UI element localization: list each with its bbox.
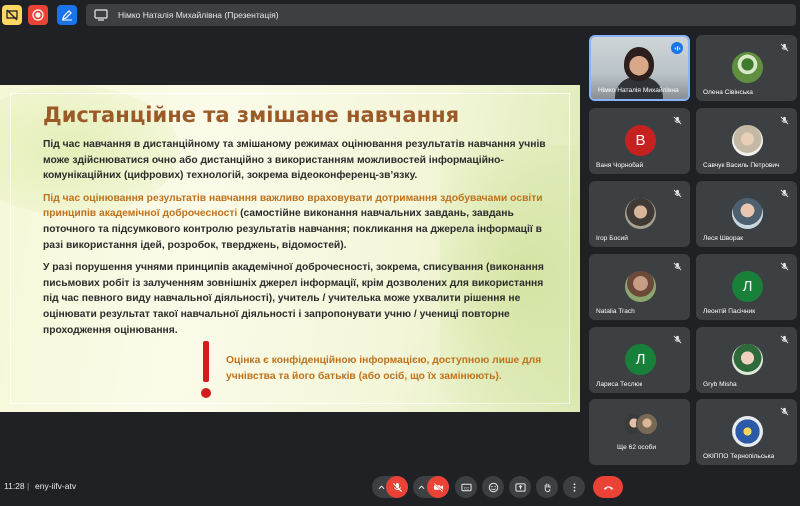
- mic-off-icon: [673, 116, 682, 125]
- mic-off-icon: [780, 43, 789, 52]
- record-icon: [32, 9, 44, 21]
- present-screen-icon: [94, 9, 108, 21]
- avatar: [732, 125, 763, 156]
- avatar: Л: [732, 271, 763, 302]
- participant-tile[interactable]: Natalia Trach: [589, 254, 690, 320]
- camera-toggle-button[interactable]: [427, 476, 449, 498]
- slide-title: Дистанційне та змішане навчання: [43, 103, 460, 127]
- avatar: [732, 198, 763, 229]
- mic-off-icon: [392, 482, 402, 492]
- avatar: [732, 344, 763, 375]
- more-participants-label: Ще 62 особи: [617, 444, 657, 451]
- participant-tile[interactable]: Л Леонтій Пасічник: [696, 254, 797, 320]
- slide-body: Під час навчання в дистанційному та зміш…: [43, 137, 555, 345]
- participant-name: Німко Наталія Михайлівна: [598, 87, 679, 94]
- mic-off-icon: [780, 335, 789, 344]
- mic-off-icon: [673, 189, 682, 198]
- screen-share-off-button[interactable]: [2, 5, 22, 25]
- avatar: [732, 52, 763, 83]
- exclamation-icon: [199, 341, 213, 403]
- presenter-bar[interactable]: Німко Наталія Михайлівна (Презентація): [86, 4, 796, 26]
- top-bar: Німко Наталія Михайлівна (Презентація): [0, 0, 800, 30]
- svg-text:CC: CC: [463, 486, 469, 490]
- mic-off-icon: [673, 262, 682, 271]
- more-participants-tile[interactable]: Ще 62 особи: [589, 399, 690, 465]
- participant-name: Лариса Теслюк: [596, 381, 643, 388]
- participant-tile[interactable]: Олена Сівінська: [696, 35, 797, 101]
- slide-paragraph-2: Під час оцінювання результатів навчання …: [43, 191, 555, 253]
- presenter-label: Німко Наталія Михайлівна (Презентація): [118, 10, 279, 20]
- clock: 11:28: [4, 481, 25, 491]
- present-now-button[interactable]: [509, 476, 531, 498]
- participant-name: Леся Шворак: [703, 235, 744, 242]
- slide-paragraph-3: У разі порушення учнями принципів академ…: [43, 262, 544, 336]
- slide-paragraph-1: Під час навчання в дистанційному та зміш…: [43, 139, 546, 182]
- mic-off-icon: [780, 189, 789, 198]
- participant-name: Леонтій Пасічник: [703, 308, 756, 315]
- camera-options-button[interactable]: [414, 476, 428, 498]
- presentation-slide: Дистанційне та змішане навчання Під час …: [0, 85, 580, 412]
- reactions-button[interactable]: [482, 476, 504, 498]
- captions-icon: CC: [460, 483, 472, 491]
- whiteboard-button[interactable]: [57, 5, 77, 25]
- avatar: В: [625, 125, 656, 156]
- participant-name: ОКІППО Тернопільська: [703, 453, 775, 460]
- avatar: [625, 198, 656, 229]
- participant-tile[interactable]: Савчук Василь Петрович: [696, 108, 797, 174]
- mic-toggle-button[interactable]: [386, 476, 408, 498]
- slide-note: Оцінка є конфіденційною інформацією, дос…: [226, 355, 542, 382]
- meet-window: Німко Наталія Михайлівна (Презентація) Д…: [0, 0, 800, 506]
- avatar: [625, 271, 656, 302]
- record-button[interactable]: [28, 5, 48, 25]
- camera-off-icon: [433, 482, 443, 492]
- leave-call-button[interactable]: [593, 476, 623, 498]
- participant-name: Савчук Василь Петрович: [703, 162, 780, 169]
- speaking-indicator-icon: [671, 42, 683, 54]
- chevron-up-icon: [418, 484, 424, 489]
- separator: |: [27, 481, 30, 491]
- more-participants-avatars: [623, 413, 659, 437]
- mic-off-icon: [780, 116, 789, 125]
- more-vert-icon: [573, 482, 575, 492]
- participant-tile[interactable]: ОКІППО Тернопільська: [696, 399, 797, 465]
- hand-icon: [544, 483, 550, 492]
- logo-avatar: [732, 416, 763, 447]
- hang-up-icon: [603, 485, 613, 490]
- participant-name: Ваня Чорнобай: [596, 162, 644, 169]
- mic-off-icon: [780, 262, 789, 271]
- avatar: Л: [625, 344, 656, 375]
- more-options-button[interactable]: [563, 476, 585, 498]
- bottom-bar: 11:28 | eny-iifv-atv CC: [0, 470, 800, 506]
- mic-off-icon: [780, 407, 789, 416]
- participant-tile[interactable]: Л Лариса Теслюк: [589, 327, 690, 393]
- emoji-icon: [488, 482, 498, 492]
- participant-tile[interactable]: Леся Шворак: [696, 181, 797, 247]
- raise-hand-button[interactable]: [536, 476, 558, 498]
- participant-tile[interactable]: Gryb Misha: [696, 327, 797, 393]
- participant-tile[interactable]: Німко Наталія Михайлівна: [589, 35, 690, 101]
- screen-share-off-icon: [6, 9, 18, 21]
- pen-icon: [62, 10, 72, 21]
- chevron-up-icon: [378, 484, 384, 489]
- mic-off-icon: [673, 335, 682, 344]
- participant-name: Gryb Misha: [703, 381, 737, 388]
- participant-tile[interactable]: В Ваня Чорнобай: [589, 108, 690, 174]
- participant-name: Natalia Trach: [596, 308, 635, 315]
- present-icon: [514, 482, 526, 492]
- meeting-code: eny-iifv-atv: [35, 481, 77, 491]
- participant-tile[interactable]: Ігор Босий: [589, 181, 690, 247]
- participant-name: Ігор Босий: [596, 235, 628, 242]
- participant-name: Олена Сівінська: [703, 89, 753, 96]
- captions-button[interactable]: CC: [455, 476, 477, 498]
